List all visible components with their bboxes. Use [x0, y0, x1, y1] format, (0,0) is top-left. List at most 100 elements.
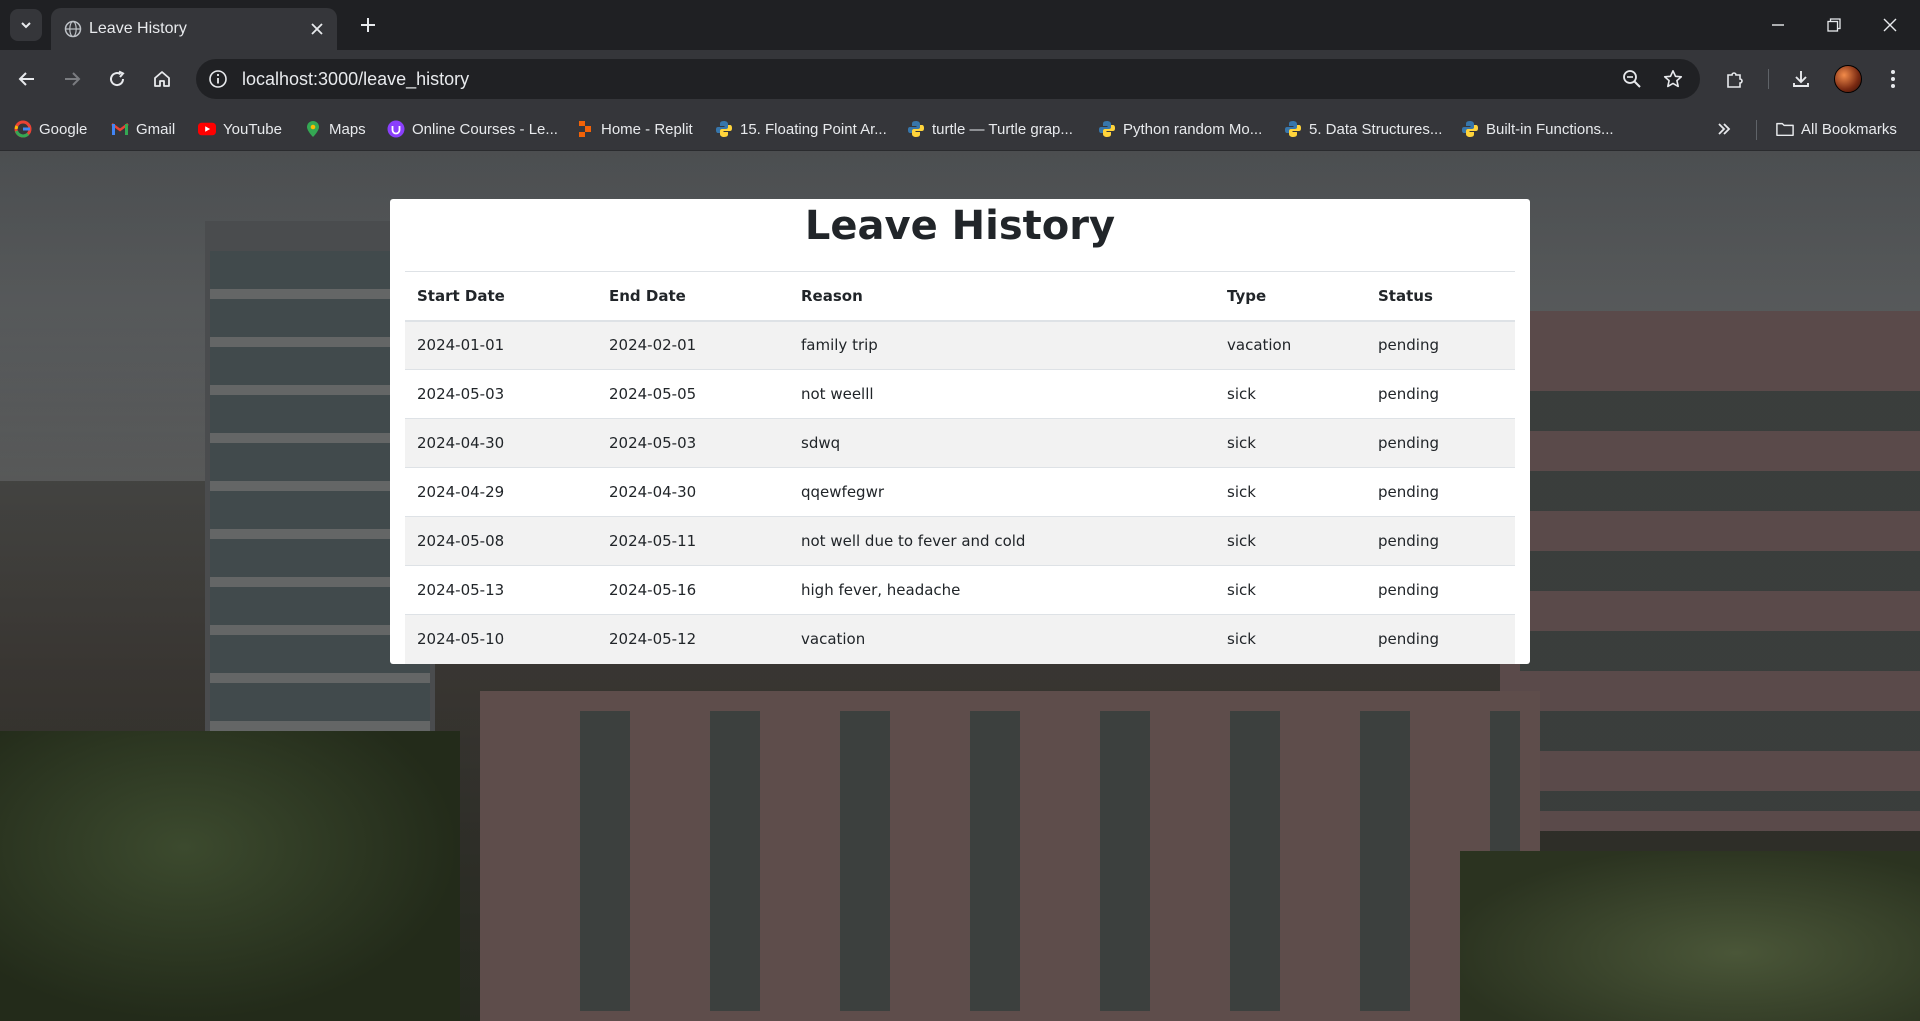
cell-type: sick: [1215, 418, 1366, 468]
downloads-button[interactable]: [1784, 62, 1818, 96]
table-row: 2024-05-13 2024-05-16 high fever, headac…: [405, 565, 1515, 615]
extensions-button[interactable]: [1718, 62, 1752, 96]
bookmark-replit[interactable]: Home - Replit: [576, 116, 693, 142]
replit-icon: [576, 120, 594, 138]
cell-reason: family trip: [789, 320, 1215, 370]
cell-end-date: 2024-04-30: [597, 467, 789, 517]
cell-end-date: 2024-05-05: [597, 369, 789, 419]
close-icon: [1883, 18, 1897, 32]
bookmark-youtube[interactable]: YouTube: [198, 116, 282, 142]
background-trees-right: [1460, 851, 1920, 1021]
cell-end-date: 2024-02-01: [597, 320, 789, 370]
tab-search-button[interactable]: [10, 9, 42, 41]
cell-status: pending: [1366, 565, 1515, 615]
zoom-button[interactable]: [1620, 67, 1644, 91]
bookmarks-overflow-button[interactable]: [1716, 116, 1732, 142]
active-tab[interactable]: Leave History: [51, 8, 337, 50]
cell-type: sick: [1215, 467, 1366, 517]
zoom-icon: [1623, 70, 1641, 88]
cell-status: pending: [1366, 418, 1515, 468]
browser-toolbar: localhost:3000/leave_history: [0, 50, 1920, 108]
python-icon: [907, 120, 925, 138]
site-info-button[interactable]: [204, 65, 232, 93]
bookmarks-bar: Google Gmail YouTube Maps Online Courses…: [0, 108, 1920, 151]
cell-reason: high fever, headache: [789, 565, 1215, 615]
url-text: localhost:3000/leave_history: [242, 69, 470, 89]
bookmark-label: Python random Mo...: [1123, 120, 1263, 138]
arrow-left-icon: [18, 72, 34, 86]
arrow-right-icon: [65, 72, 81, 86]
cell-start-date: 2024-05-03: [405, 369, 597, 419]
new-tab-button[interactable]: [352, 9, 384, 41]
bookmark-label: Google: [39, 120, 88, 138]
google-icon: [14, 120, 32, 138]
download-icon: [1793, 71, 1809, 87]
cell-end-date: 2024-05-03: [597, 418, 789, 468]
cell-start-date: 2024-04-29: [405, 467, 597, 517]
background-trees-left: [0, 731, 460, 1021]
more-vert-icon: [1891, 70, 1895, 88]
all-bookmarks-label: All Bookmarks: [1801, 120, 1897, 138]
tab-strip: Leave History: [0, 0, 1920, 50]
bookmark-label: YouTube: [223, 120, 282, 138]
restore-icon: [1827, 18, 1841, 32]
background-building-right-windows: [1520, 351, 1920, 811]
info-icon: [209, 70, 227, 88]
cell-start-date: 2024-04-30: [405, 418, 597, 468]
cell-start-date: 2024-05-13: [405, 565, 597, 615]
bookmark-turtle[interactable]: turtle — Turtle grap...: [907, 116, 1073, 142]
cell-status: pending: [1366, 320, 1515, 370]
bookmark-maps[interactable]: Maps: [304, 116, 366, 142]
tab-close-button[interactable]: [305, 17, 329, 41]
python-icon: [1098, 120, 1116, 138]
globe-icon: [64, 20, 82, 38]
column-header-end-date: End Date: [597, 271, 789, 322]
cell-end-date: 2024-05-11: [597, 516, 789, 566]
cell-reason: sdwq: [789, 418, 1215, 468]
table-row: 2024-01-01 2024-02-01 family trip vacati…: [405, 320, 1515, 370]
cell-status: pending: [1366, 369, 1515, 419]
puzzle-icon: [1727, 72, 1743, 88]
cell-status: pending: [1366, 516, 1515, 566]
menu-button[interactable]: [1876, 62, 1910, 96]
back-button[interactable]: [10, 62, 44, 96]
minimize-icon: [1772, 24, 1784, 26]
address-bar[interactable]: localhost:3000/leave_history: [196, 59, 1700, 99]
all-bookmarks-button[interactable]: All Bookmarks: [1776, 116, 1897, 142]
bookmark-google[interactable]: Google: [14, 116, 87, 142]
restore-button[interactable]: [1806, 0, 1862, 50]
cell-type: sick: [1215, 516, 1366, 566]
bookmark-gmail[interactable]: Gmail: [111, 116, 175, 142]
bookmark-builtin-functions[interactable]: Built-in Functions...: [1461, 116, 1614, 142]
toolbar-divider: [1768, 69, 1769, 89]
close-window-button[interactable]: [1862, 0, 1918, 50]
reload-button[interactable]: [100, 62, 134, 96]
bookmark-label: Built-in Functions...: [1486, 120, 1614, 138]
cell-reason: vacation: [789, 614, 1215, 664]
close-icon: [311, 23, 323, 35]
column-header-reason: Reason: [789, 271, 1215, 322]
bookmark-online-courses[interactable]: Online Courses - Le...: [387, 116, 558, 142]
home-icon: [154, 71, 170, 87]
bookmark-floating-point[interactable]: 15. Floating Point Ar...: [715, 116, 887, 142]
bookmark-label: Online Courses - Le...: [412, 120, 558, 138]
bookmarks-divider: [1756, 120, 1757, 140]
forward-button[interactable]: [55, 62, 89, 96]
tab-title: Leave History: [89, 20, 187, 37]
cell-start-date: 2024-05-10: [405, 614, 597, 664]
table-row: 2024-05-10 2024-05-12 vacation sick pend…: [405, 614, 1515, 664]
bookmark-star-button[interactable]: [1661, 67, 1685, 91]
cell-type: sick: [1215, 614, 1366, 664]
chevron-double-right-icon: [1718, 123, 1731, 135]
bookmark-python-random[interactable]: Python random Mo...: [1098, 116, 1262, 142]
minimize-button[interactable]: [1750, 0, 1806, 50]
column-header-start-date: Start Date: [405, 271, 597, 322]
bookmark-data-structures[interactable]: 5. Data Structures...: [1284, 116, 1442, 142]
table-row: 2024-05-03 2024-05-05 not weelll sick pe…: [405, 369, 1515, 419]
profile-avatar[interactable]: [1834, 65, 1862, 93]
bookmark-label: turtle — Turtle grap...: [932, 120, 1073, 138]
table-row: 2024-04-30 2024-05-03 sdwq sick pending: [405, 418, 1515, 468]
cell-status: pending: [1366, 614, 1515, 664]
page-title: Leave History: [804, 203, 1116, 249]
home-button[interactable]: [145, 62, 179, 96]
